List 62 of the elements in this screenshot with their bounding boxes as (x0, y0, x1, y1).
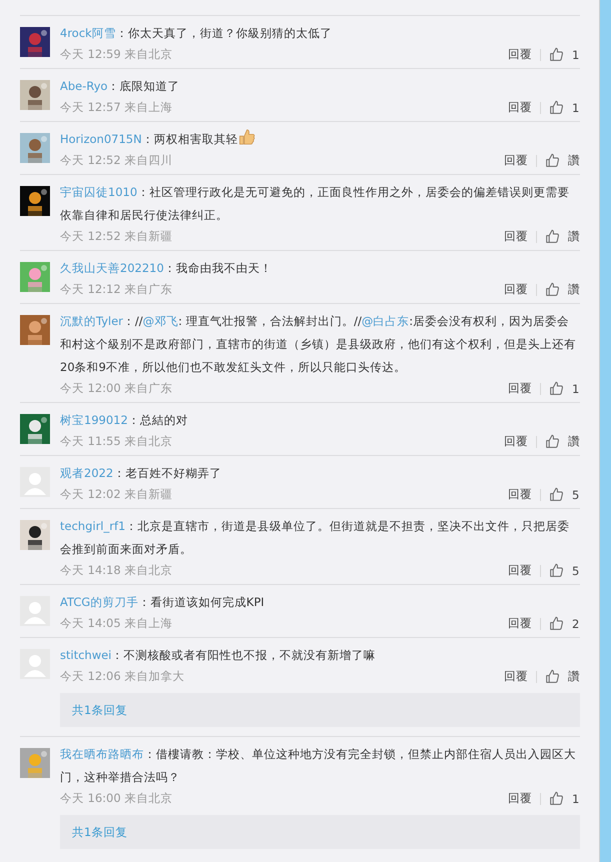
like-count: 5 (572, 488, 580, 502)
thumbs-up-icon[interactable] (549, 487, 564, 502)
comment-text: 宇宙囚徒1010：社区管理行政化是无可避免的，正面良性作用之外，居委会的偏差错误则更需要依靠自律和居民行使法律纠正。 (60, 185, 570, 222)
comment-meta: 今天 12:00 来自广东 (60, 381, 172, 396)
comment-meta: 今天 14:05 来自上海 (60, 616, 172, 631)
thumbs-up-icon[interactable] (545, 153, 560, 168)
comment-text: 观者2022：老百姓不好糊弄了 (60, 466, 222, 480)
reply-button[interactable]: 回覆 (508, 616, 532, 631)
reply-button[interactable]: 回覆 (508, 381, 532, 396)
thumbs-up-icon[interactable] (549, 563, 564, 578)
reply-button[interactable]: 回覆 (508, 563, 532, 578)
reply-button[interactable]: 回覆 (508, 487, 532, 502)
comment-meta: 今天 12:12 来自广东 (60, 282, 172, 297)
comment-meta: 今天 12:52 来自四川 (60, 153, 172, 168)
reply-button[interactable]: 回覆 (508, 791, 532, 806)
thumbs-up-icon[interactable] (545, 229, 560, 244)
like-count: 讚 (568, 153, 580, 168)
thumbs-up-icon[interactable] (549, 100, 564, 115)
thumbs-up-icon[interactable] (545, 282, 560, 297)
thumbs-up-icon[interactable] (549, 381, 564, 396)
comment-meta: 今天 12:52 来自新疆 (60, 229, 172, 244)
comment-text: stitchwei：不测核酸或者有阳性也不报，不就没有新增了嘛 (60, 648, 376, 662)
like-count: 1 (572, 382, 580, 396)
thumbs-up-icon[interactable] (549, 47, 564, 62)
like-count: 1 (572, 792, 580, 806)
comment-text: ATCG的剪刀手：看街道该如何完成KPI (60, 595, 264, 609)
reply-button[interactable]: 回覆 (504, 229, 528, 244)
comment-text: 树宝199012：总結的对 (60, 413, 188, 427)
thumbs-up-icon[interactable] (549, 616, 564, 631)
comment-text: techgirl_rf1：北京是直辖市，街道是县级单位了。但街道就是不担责，坚决不出文件，只把居委会推到前面来面对矛盾。 (60, 519, 570, 556)
comment-text: 久我山天善202210：我命由我不由天！ (60, 261, 272, 275)
reply-button[interactable]: 回覆 (504, 434, 528, 449)
like-count: 讚 (568, 229, 580, 244)
comment-text: 沉默的Tyler：//@邓飞: 理直气壮报警，合法解封出门。//@白占东:居委会没有权利，因为居委会和村这个級别不是政府部门，直辖市的街道（乡镇）是县级政府，他们有这个权利，但是头上还有20条和9不准，所以他们也不敢发紅头文件，所以只能口头传达。 (60, 314, 576, 374)
reply-button[interactable]: 回覆 (504, 669, 528, 684)
comment-meta: 今天 12:02 来自新疆 (60, 487, 172, 502)
scrollbar[interactable] (599, 0, 611, 862)
reply-button[interactable]: 回覆 (508, 100, 532, 115)
comment-text: Horizon0715N：两权相害取其轻 (60, 132, 256, 146)
comment-text: 4rock阿雪：你太天真了，街道？你級别猜的太低了 (60, 26, 332, 40)
like-count: 5 (572, 564, 580, 578)
like-count: 讚 (568, 669, 580, 684)
like-count: 2 (572, 616, 580, 630)
comment-meta: 今天 14:18 来自北京 (60, 563, 172, 578)
thumbs-up-icon[interactable] (545, 669, 560, 684)
comment-meta: 今天 12:06 来自加拿大 (60, 669, 184, 684)
thumbs-up-icon[interactable] (549, 791, 564, 806)
thumbs-up-icon[interactable] (545, 434, 560, 449)
comment-meta: 今天 11:55 来自北京 (60, 434, 172, 449)
like-count: 1 (572, 100, 580, 114)
reply-button[interactable]: 回覆 (504, 282, 528, 297)
thumbs-up-emoji-icon (238, 128, 256, 146)
comment-meta: 今天 12:57 来自上海 (60, 100, 172, 115)
like-count: 1 (572, 48, 580, 62)
comment-text: 我在晒布路晒布：借樓请教：学校、单位这种地方没有完全封锁，但禁止内部住宿人员出入园区大门，这种举措合法吗？ (60, 747, 576, 784)
like-count: 讚 (568, 282, 580, 297)
comment-text: Abe-Ryo：底限知道了 (60, 79, 180, 93)
comment-meta: 今天 12:59 来自北京 (60, 47, 172, 62)
reply-button[interactable]: 回覆 (508, 47, 532, 62)
reply-button[interactable]: 回覆 (504, 153, 528, 168)
comment-meta: 今天 16:00 来自北京 (60, 791, 172, 806)
like-count: 讚 (568, 434, 580, 449)
